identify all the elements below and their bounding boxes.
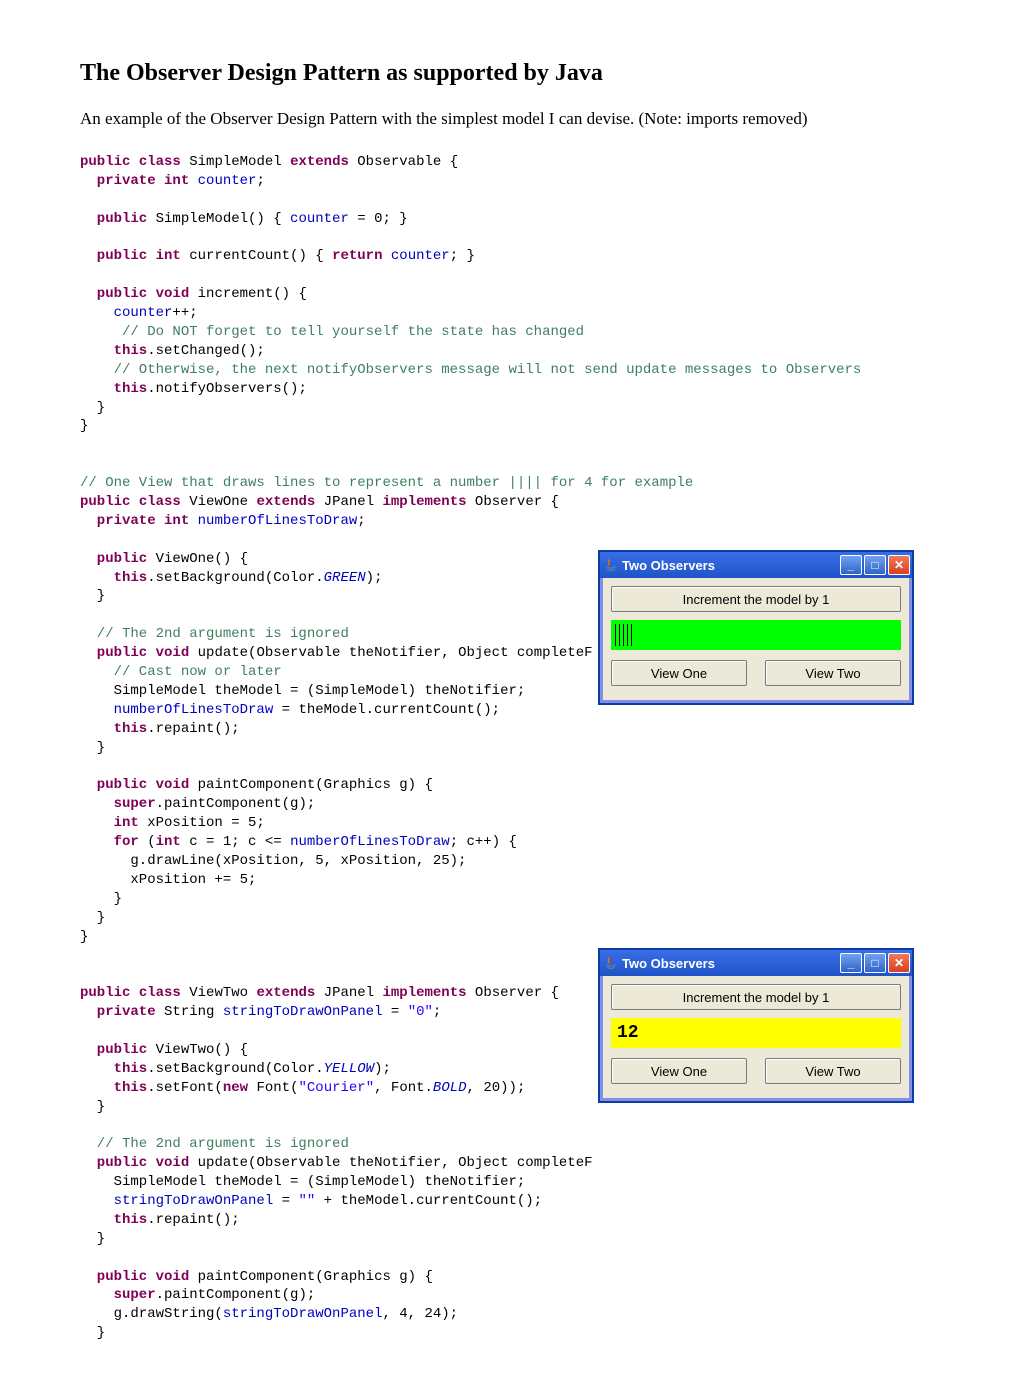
view-one-button[interactable]: View One — [611, 1058, 747, 1084]
close-icon[interactable]: ✕ — [888, 953, 910, 973]
observers-window-1: Two Observers _ □ ✕ Increment the model … — [598, 550, 914, 705]
titlebar[interactable]: Two Observers _ □ ✕ — [600, 950, 912, 976]
code-block: public class SimpleModel extends Observa… — [80, 153, 940, 1343]
client-area: Increment the model by 1 View One View T… — [600, 578, 912, 703]
maximize-icon[interactable]: □ — [864, 953, 886, 973]
increment-button[interactable]: Increment the model by 1 — [611, 984, 901, 1010]
window-title: Two Observers — [622, 558, 836, 573]
page-title: The Observer Design Pattern as supported… — [80, 60, 940, 87]
intro-paragraph: An example of the Observer Design Patter… — [80, 109, 940, 129]
java-icon — [604, 558, 618, 572]
client-area: Increment the model by 1 12 View One Vie… — [600, 976, 912, 1101]
view-two-button[interactable]: View Two — [765, 660, 901, 686]
observers-window-2: Two Observers _ □ ✕ Increment the model … — [598, 948, 914, 1103]
maximize-icon[interactable]: □ — [864, 555, 886, 575]
titlebar[interactable]: Two Observers _ □ ✕ — [600, 552, 912, 578]
window-title: Two Observers — [622, 956, 836, 971]
document-page: The Observer Design Pattern as supported… — [0, 0, 1020, 1383]
minimize-icon[interactable]: _ — [840, 953, 862, 973]
window-controls: _ □ ✕ — [840, 555, 910, 575]
view-two-panel: 12 — [611, 1018, 901, 1048]
java-icon — [604, 956, 618, 970]
view-one-panel — [611, 620, 901, 650]
counter-value: 12 — [617, 1023, 639, 1043]
window-controls: _ □ ✕ — [840, 953, 910, 973]
view-two-button[interactable]: View Two — [765, 1058, 901, 1084]
view-one-button[interactable]: View One — [611, 660, 747, 686]
minimize-icon[interactable]: _ — [840, 555, 862, 575]
increment-button[interactable]: Increment the model by 1 — [611, 586, 901, 612]
close-icon[interactable]: ✕ — [888, 555, 910, 575]
tally-lines — [611, 620, 901, 646]
